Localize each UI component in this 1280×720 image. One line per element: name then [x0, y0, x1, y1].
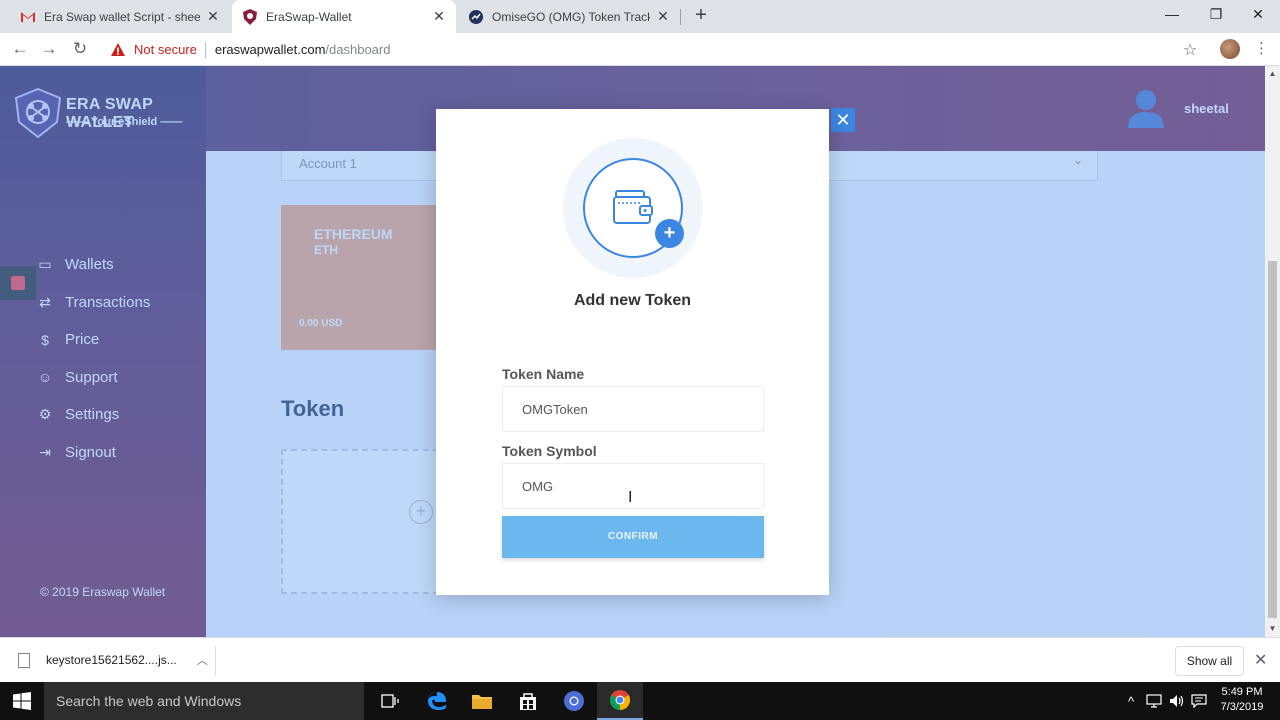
scroll-down-icon[interactable]: ▼ — [1265, 623, 1280, 635]
reload-icon[interactable]: ↻ — [69, 38, 91, 60]
task-view-icon[interactable] — [367, 682, 413, 720]
download-item[interactable]: keystore15621562....js... ︿ — [18, 652, 208, 668]
text-cursor-icon: I — [628, 489, 633, 506]
browser-toolbar: ← → ↻ Not secure eraswapwallet.com /dash… — [0, 33, 1280, 66]
download-shelf: keystore15621562....js... ︿ Show all ✕ — [0, 637, 1280, 682]
download-divider — [215, 646, 216, 676]
page-viewport: ERA SWAP WALLET —— Your eShield —— sheet… — [0, 66, 1265, 637]
address-bar[interactable]: Not secure eraswapwallet.com /dashboard — [104, 36, 1210, 63]
windows-logo-icon — [13, 692, 31, 710]
browser-tab-strip: Era Swap wallet Script - sheetalp ✕ EraS… — [0, 0, 1280, 33]
omnibox-divider — [204, 41, 206, 58]
profile-avatar[interactable] — [1220, 39, 1240, 59]
url-path: /dashboard — [325, 42, 391, 57]
clock-time: 5:49 PM — [1221, 686, 1263, 698]
scroll-up-icon[interactable]: ▲ — [1265, 68, 1280, 80]
wallet-icon — [613, 190, 653, 224]
tab-etherscan[interactable]: OmiseGO (OMG) Token Tracker ✕ — [458, 0, 680, 33]
add-token-modal: + Add new Token Token Name OMGToken Toke… — [436, 109, 829, 595]
close-icon[interactable]: ✕ — [1254, 650, 1267, 670]
url-host: eraswapwallet.com — [214, 42, 326, 57]
taskbar-clock[interactable]: 5:49 PM 7/3/2019 — [1216, 685, 1268, 715]
volume-icon[interactable] — [1166, 682, 1188, 720]
tab-gmail[interactable]: Era Swap wallet Script - sheetalp ✕ — [10, 0, 230, 33]
close-icon[interactable]: ✕ — [206, 8, 220, 25]
tab-separator — [680, 9, 681, 25]
tab-label: EraSwap-Wallet — [266, 9, 352, 24]
token-name-input[interactable]: OMGToken — [502, 386, 764, 432]
token-symbol-label: Token Symbol — [502, 443, 597, 459]
chrome-canary-icon[interactable] — [551, 682, 597, 720]
plus-icon: + — [655, 219, 684, 248]
restore-button[interactable]: ❐ — [1194, 0, 1238, 30]
start-button[interactable] — [0, 682, 44, 720]
file-explorer-icon[interactable] — [459, 682, 505, 720]
network-icon[interactable] — [1143, 682, 1165, 720]
download-file-name: keystore15621562....js... — [46, 653, 177, 667]
modal-title: Add new Token — [573, 292, 692, 309]
token-name-label: Token Name — [502, 366, 585, 382]
scroll-thumb[interactable] — [1268, 261, 1277, 618]
file-icon — [18, 652, 30, 668]
warning-icon — [111, 42, 125, 56]
modal-close-button[interactable]: ✕ — [831, 108, 855, 132]
minimize-button[interactable]: — — [1150, 0, 1194, 30]
edge-icon[interactable] — [414, 682, 460, 720]
store-icon[interactable] — [505, 682, 551, 720]
token-symbol-input[interactable]: OMG — [502, 463, 764, 509]
windows-taskbar: Search the web and Windows ^ 5:49 PM 7/3… — [0, 682, 1280, 720]
menu-kebab-icon[interactable]: ⋮ — [1254, 39, 1269, 59]
chrome-icon[interactable] — [597, 682, 643, 720]
etherscan-icon — [468, 9, 484, 25]
chevron-up-icon[interactable]: ︿ — [197, 652, 208, 668]
close-icon[interactable]: ✕ — [656, 8, 670, 25]
tab-label: Era Swap wallet Script - sheetalp — [44, 9, 200, 24]
tray-chevron-up-icon[interactable]: ^ — [1122, 682, 1140, 720]
new-tab-button[interactable]: + — [689, 4, 713, 28]
notifications-icon[interactable] — [1188, 682, 1210, 720]
bookmark-star-icon[interactable]: ☆ — [1183, 40, 1197, 60]
tab-eraswap[interactable]: EraSwap-Wallet ✕ — [232, 0, 456, 33]
back-icon[interactable]: ← — [9, 38, 31, 60]
security-label[interactable]: Not secure — [134, 42, 197, 57]
close-icon[interactable]: ✕ — [432, 8, 446, 25]
clock-date: 7/3/2019 — [1220, 701, 1264, 713]
window-close-button[interactable]: ✕ — [1236, 0, 1280, 30]
confirm-button[interactable]: CONFIRM — [502, 516, 764, 558]
forward-icon[interactable]: → — [38, 38, 60, 60]
gmail-icon — [20, 9, 36, 25]
show-all-button[interactable]: Show all — [1175, 646, 1244, 676]
taskbar-search-input[interactable]: Search the web and Windows — [44, 682, 364, 720]
eraswap-shield-icon — [242, 8, 258, 25]
page-scrollbar[interactable]: ▲ ▼ — [1265, 66, 1280, 637]
tab-label: OmiseGO (OMG) Token Tracker — [492, 9, 650, 24]
